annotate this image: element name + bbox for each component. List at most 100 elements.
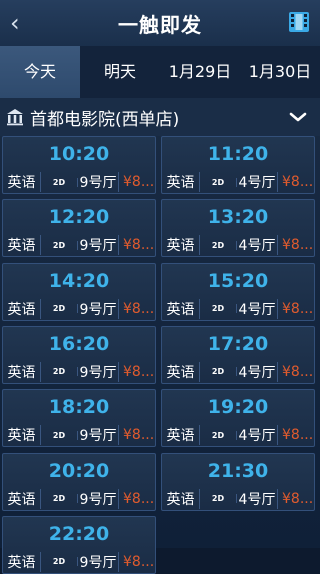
showtime-format: 2D bbox=[41, 304, 78, 314]
showtime-language: 英语 bbox=[3, 361, 41, 382]
showtime-time: 21:30 bbox=[207, 459, 269, 482]
cinema-building-icon bbox=[7, 109, 23, 126]
showtime-time: 18:20 bbox=[48, 396, 110, 419]
tab-date[interactable]: 1月29日 bbox=[160, 46, 240, 98]
showtime-price: ¥8... bbox=[123, 174, 155, 190]
showtime-format: 2D bbox=[41, 367, 78, 377]
showtime-meta: 英语 2D 4号厅 ¥8... bbox=[162, 424, 314, 446]
showtime-card[interactable]: 18:20 英语 2D 9号厅 ¥8... bbox=[2, 389, 156, 448]
chevron-down-icon[interactable] bbox=[286, 105, 310, 129]
back-arrow-icon[interactable]: ‹ bbox=[10, 9, 34, 37]
showtime-hall: 9号厅 bbox=[78, 235, 119, 256]
showtime-language: 英语 bbox=[3, 235, 41, 256]
showtime-format: 2D bbox=[200, 494, 237, 503]
app-root: ‹ 一触即发 今天 明天 1月29日 1月30日 首都电影院(西单店) 10:20 英语… bbox=[0, 0, 320, 574]
showtime-hall: 9号厅 bbox=[78, 298, 119, 319]
showtime-language: 英语 bbox=[3, 551, 41, 572]
showtime-time: 14:20 bbox=[48, 269, 110, 292]
showtime-card[interactable]: 12:20 英语 2D 9号厅 ¥8... bbox=[2, 199, 156, 258]
showtime-card[interactable]: 19:20 英语 2D 4号厅 ¥8... bbox=[161, 389, 315, 448]
film-icon[interactable] bbox=[287, 10, 311, 34]
showtime-hall: 9号厅 bbox=[78, 488, 119, 509]
showtime-meta: 英语 2D 4号厅 ¥8... bbox=[162, 171, 314, 193]
cinema-name: 首都电影院(西单店) bbox=[30, 109, 180, 130]
showtime-meta: 英语 2D 4号厅 ¥8... bbox=[162, 234, 314, 256]
showtime-hall: 9号厅 bbox=[78, 361, 119, 382]
showtime-language: 英语 bbox=[3, 298, 41, 319]
page-title: 一触即发 bbox=[118, 12, 202, 37]
showtime-hall: 4号厅 bbox=[237, 298, 278, 319]
showtime-price: ¥8... bbox=[123, 490, 155, 507]
showtime-meta: 英语 2D 4号厅 ¥8... bbox=[162, 298, 314, 320]
showtime-time: 12:20 bbox=[48, 206, 110, 229]
showtime-card[interactable]: 20:20 英语 2D 9号厅 ¥8... bbox=[2, 452, 156, 511]
showtime-hall: 4号厅 bbox=[237, 361, 278, 382]
showtime-format: 2D bbox=[200, 430, 237, 440]
tab-date[interactable]: 1月30日 bbox=[240, 46, 320, 98]
showtime-hall: 9号厅 bbox=[78, 172, 119, 192]
showtime-time: 17:20 bbox=[207, 332, 269, 355]
showtime-price: ¥8... bbox=[123, 363, 155, 380]
showtime-meta: 英语 2D 9号厅 ¥8... bbox=[3, 171, 155, 193]
header-bar: ‹ 一触即发 bbox=[0, 0, 320, 46]
showtime-hall: 9号厅 bbox=[78, 551, 119, 572]
showtime-language: 英语 bbox=[162, 425, 200, 446]
showtime-meta: 英语 2D 9号厅 ¥8... bbox=[3, 424, 155, 446]
showtime-time: 16:20 bbox=[48, 332, 110, 355]
showtime-meta: 英语 2D 9号厅 ¥8... bbox=[3, 361, 155, 383]
showtime-format: 2D bbox=[41, 557, 78, 567]
showtime-price: ¥8... bbox=[282, 363, 314, 380]
showtime-language: 英语 bbox=[3, 172, 41, 192]
showtime-grid: 10:20 英语 2D 9号厅 ¥8... 11:20 英语 2D 4号厅 ¥8... 12:20 英… bbox=[0, 136, 320, 574]
showtime-language: 英语 bbox=[162, 235, 200, 256]
showtime-price: ¥8... bbox=[123, 237, 155, 254]
showtime-time: 13:20 bbox=[207, 206, 269, 229]
showtime-time: 11:20 bbox=[207, 143, 269, 165]
showtime-price: ¥8... bbox=[123, 300, 155, 317]
showtime-format: 2D bbox=[200, 304, 237, 314]
showtime-card[interactable]: 10:20 英语 2D 9号厅 ¥8... bbox=[2, 136, 156, 194]
showtime-time: 10:20 bbox=[48, 143, 110, 165]
showtime-language: 英语 bbox=[162, 488, 200, 509]
showtime-meta: 英语 2D 4号厅 ¥8... bbox=[162, 361, 314, 383]
showtime-language: 英语 bbox=[3, 425, 41, 446]
showtime-card[interactable]: 17:20 英语 2D 4号厅 ¥8... bbox=[161, 325, 315, 384]
showtime-card[interactable]: 16:20 英语 2D 9号厅 ¥8... bbox=[2, 325, 156, 384]
showtime-price: ¥8... bbox=[282, 300, 314, 317]
showtime-time: 15:20 bbox=[207, 269, 269, 292]
date-tabs: 今天 明天 1月29日 1月30日 bbox=[0, 46, 320, 98]
showtime-time: 20:20 bbox=[48, 459, 110, 482]
showtime-hall: 9号厅 bbox=[78, 425, 119, 446]
showtime-card[interactable]: 15:20 英语 2D 4号厅 ¥8... bbox=[161, 262, 315, 321]
showtime-format: 2D bbox=[41, 240, 78, 250]
showtime-meta: 英语 2D 9号厅 ¥8... bbox=[3, 488, 155, 510]
showtime-language: 英语 bbox=[3, 488, 41, 509]
showtime-language: 英语 bbox=[162, 361, 200, 382]
showtime-card[interactable]: 11:20 英语 2D 4号厅 ¥8... bbox=[161, 136, 315, 194]
showtime-hall: 4号厅 bbox=[237, 172, 278, 192]
showtime-price: ¥8... bbox=[282, 427, 314, 444]
showtime-card[interactable]: 22:20 英语 2D 9号厅 ¥8... bbox=[2, 515, 156, 574]
showtime-price: ¥8... bbox=[282, 490, 314, 507]
showtime-time: 19:20 bbox=[207, 396, 269, 419]
tab-date[interactable]: 明天 bbox=[80, 46, 160, 98]
showtime-card[interactable]: 13:20 英语 2D 4号厅 ¥8... bbox=[161, 199, 315, 258]
showtime-hall: 4号厅 bbox=[237, 425, 278, 446]
showtime-price: ¥8... bbox=[282, 237, 314, 254]
showtime-meta: 英语 2D 9号厅 ¥8... bbox=[3, 298, 155, 320]
showtime-format: 2D bbox=[200, 367, 237, 377]
showtime-price: ¥8... bbox=[123, 427, 155, 444]
showtime-format: 2D bbox=[200, 177, 237, 187]
showtime-hall: 4号厅 bbox=[237, 235, 278, 256]
cinema-selector[interactable]: 首都电影院(西单店) bbox=[0, 98, 320, 136]
showtime-price: ¥8... bbox=[282, 174, 314, 190]
showtime-meta: 英语 2D 9号厅 ¥8... bbox=[3, 234, 155, 256]
tab-date[interactable]: 今天 bbox=[0, 46, 80, 98]
showtime-card[interactable]: 14:20 英语 2D 9号厅 ¥8... bbox=[2, 262, 156, 321]
showtime-card[interactable]: 21:30 英语 2D 4号厅 ¥8... bbox=[161, 452, 315, 511]
showtime-price: ¥8... bbox=[123, 553, 155, 570]
showtime-meta: 英语 2D 4号厅 ¥8... bbox=[162, 488, 314, 510]
showtime-time: 22:20 bbox=[48, 522, 110, 545]
showtime-hall: 4号厅 bbox=[237, 488, 278, 509]
showtime-format: 2D bbox=[41, 177, 78, 187]
